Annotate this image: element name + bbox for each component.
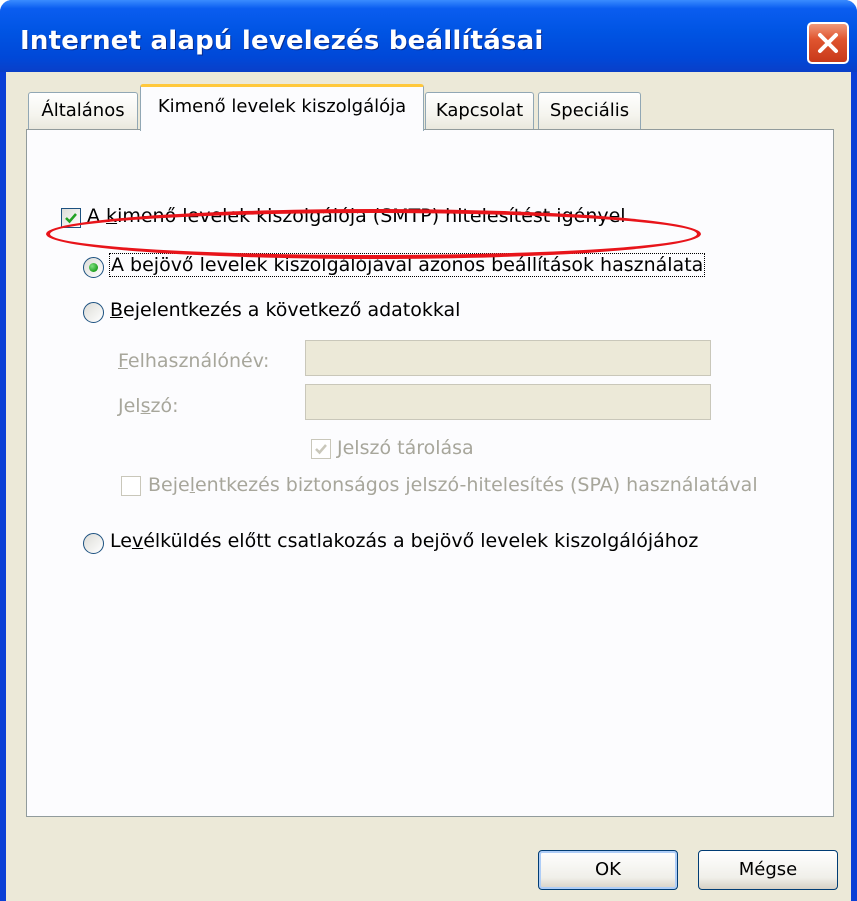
remember-password-label[interactable]: Jelszó tárolása xyxy=(337,437,474,459)
title-bar[interactable]: Internet alapú levelezés beállításai xyxy=(0,0,857,72)
same-settings-label[interactable]: A bejövő levelek kiszolgálójával azonos … xyxy=(108,253,706,277)
password-input[interactable] xyxy=(305,384,711,420)
login-with-label[interactable]: Bejelentkezés a következő adatokkal xyxy=(110,299,460,321)
close-icon xyxy=(818,33,838,53)
login-before-send-label[interactable]: Levélküldés előtt csatlakozás a bejövő l… xyxy=(110,530,698,552)
tab-advanced-label: Speciális xyxy=(549,100,630,121)
dialog-client-area: Általános Kimenő levelek kiszolgálója Ka… xyxy=(6,72,851,901)
tab-connection[interactable]: Kapcsolat xyxy=(425,92,534,130)
tab-outgoing-server[interactable]: Kimenő levelek kiszolgálója xyxy=(140,84,424,131)
radio-selected-dot xyxy=(89,263,98,272)
tab-connection-label: Kapcsolat xyxy=(435,100,524,121)
window-title: Internet alapú levelezés beállításai xyxy=(20,26,544,56)
ok-button[interactable]: OK xyxy=(538,850,678,890)
tab-panel-outgoing-server: A kimenő levelek kiszolgálója (SMTP) hit… xyxy=(26,129,834,817)
username-input[interactable] xyxy=(305,340,711,376)
username-label: Felhasználónév: xyxy=(118,350,270,372)
spa-label[interactable]: Bejelentkezés biztonságos jelszó-hiteles… xyxy=(148,474,758,496)
dialog-window: Internet alapú levelezés beállításai Ált… xyxy=(0,0,857,901)
login-before-send-radio[interactable] xyxy=(83,533,104,554)
check-icon xyxy=(65,213,77,224)
ok-button-label: OK xyxy=(595,859,621,880)
tab-general-label: Általános xyxy=(41,100,125,121)
smtp-auth-label[interactable]: A kimenő levelek kiszolgálója (SMTP) hit… xyxy=(87,205,626,227)
tab-outgoing-server-label: Kimenő levelek kiszolgálója xyxy=(157,96,407,117)
login-with-radio[interactable] xyxy=(83,302,104,323)
same-settings-radio[interactable] xyxy=(83,257,104,278)
remember-password-checkbox[interactable] xyxy=(311,439,331,459)
smtp-auth-checkbox[interactable] xyxy=(61,208,81,228)
password-label: Jelszó: xyxy=(118,395,179,417)
cancel-button-label: Mégse xyxy=(738,859,798,880)
tab-advanced[interactable]: Speciális xyxy=(538,92,641,130)
close-button[interactable] xyxy=(807,22,849,64)
spa-checkbox[interactable] xyxy=(121,476,141,496)
cancel-button[interactable]: Mégse xyxy=(698,850,838,890)
tab-general[interactable]: Általános xyxy=(28,92,138,130)
check-icon xyxy=(315,444,327,455)
